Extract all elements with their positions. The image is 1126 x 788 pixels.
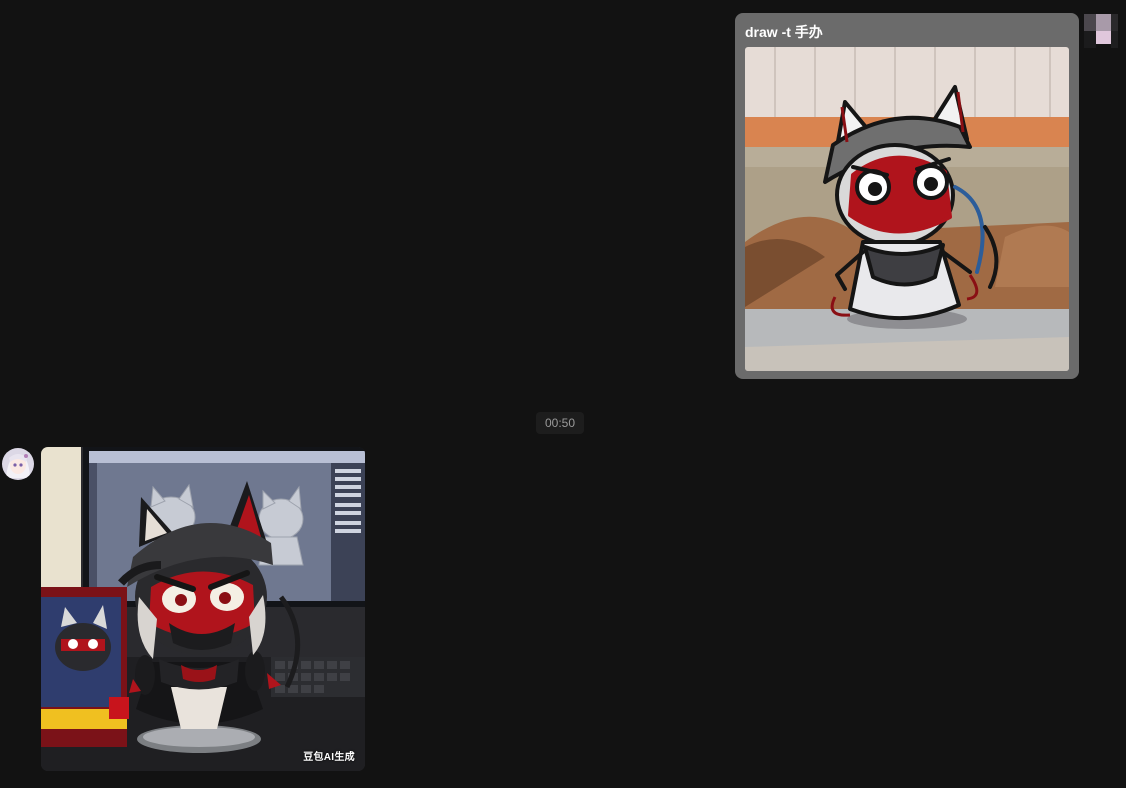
user-avatar[interactable] xyxy=(1084,14,1118,48)
chat-window: draw -t 手办 00:50 豆包AI生成 xyxy=(0,0,1126,788)
sketch-cat-ninja-image xyxy=(745,47,1069,371)
timestamp-divider: 00:50 xyxy=(536,412,584,434)
avatar-icon xyxy=(1084,14,1118,48)
sent-sketch-image[interactable] xyxy=(745,47,1069,371)
message-text: draw -t 手办 xyxy=(745,24,823,40)
ai-watermark: 豆包AI生成 xyxy=(303,752,355,763)
incoming-image-message[interactable]: 豆包AI生成 xyxy=(41,447,365,771)
bot-avatar[interactable] xyxy=(2,448,34,480)
anime-girl-avatar-icon xyxy=(2,448,34,480)
figure-render-image xyxy=(41,447,365,771)
outgoing-message-bubble[interactable]: draw -t 手办 xyxy=(735,13,1079,379)
